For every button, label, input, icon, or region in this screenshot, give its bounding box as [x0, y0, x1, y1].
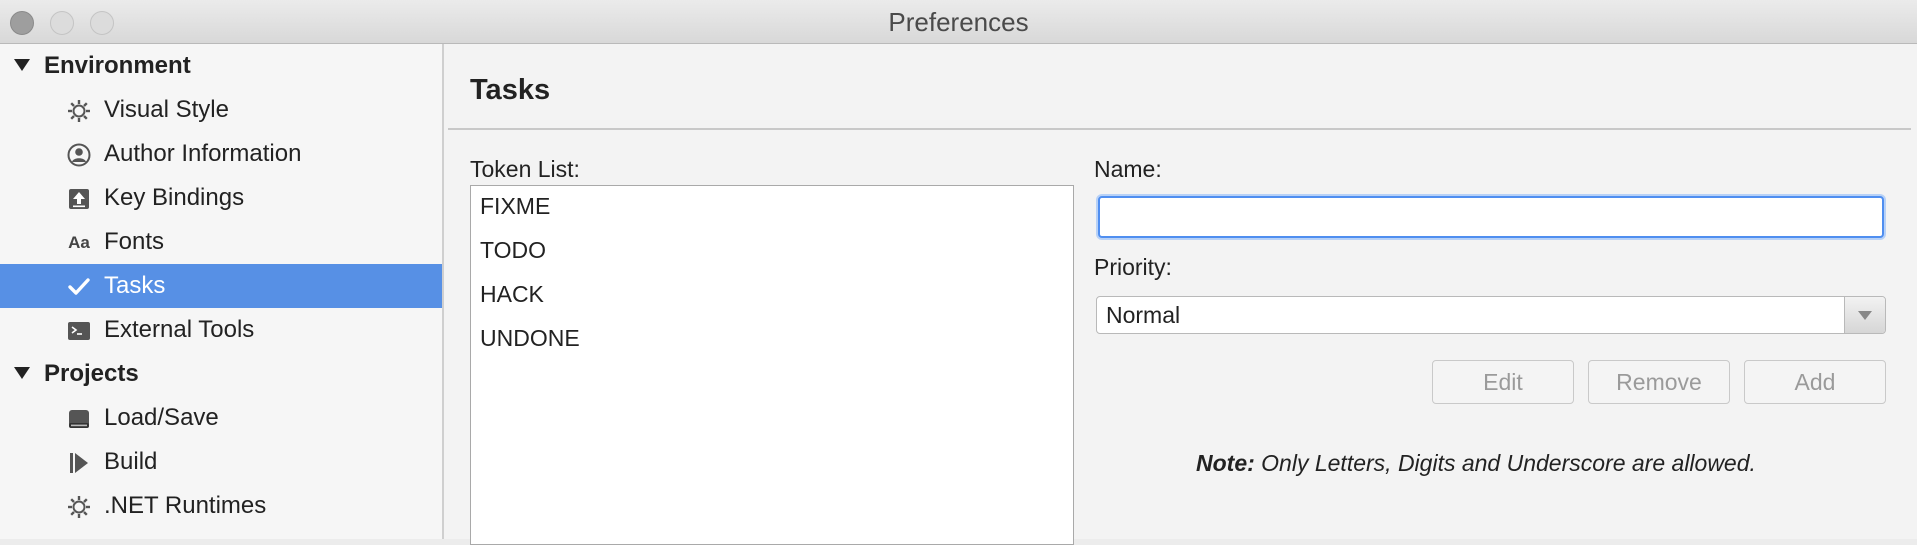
add-button[interactable]: Add [1744, 360, 1886, 404]
sidebar-item-build[interactable]: Build [0, 440, 442, 484]
list-item[interactable]: TODO [471, 230, 1073, 274]
sidebar-item-load-save[interactable]: Load/Save [0, 396, 442, 440]
terminal-icon [66, 318, 92, 344]
priority-label: Priority: [1094, 254, 1172, 280]
font-icon: Aa [68, 233, 90, 252]
validation-note: Note: Only Letters, Digits and Underscor… [1196, 450, 1756, 477]
page-title: Tasks [470, 74, 551, 106]
title-bar: Preferences [0, 0, 1917, 44]
tasks-panel: Tasks Token List: FIXME TODO HACK UNDONE… [444, 44, 1917, 545]
window-title: Preferences [888, 7, 1029, 37]
divider [448, 128, 1911, 130]
sidebar-item-external-tools[interactable]: External Tools [0, 308, 442, 352]
sidebar-item-visual-style[interactable]: Visual Style [0, 88, 442, 132]
disclosure-triangle-icon[interactable] [14, 59, 30, 71]
sidebar-item-label: .NET Runtimes [104, 492, 267, 519]
sidebar-item-label: Author Information [104, 140, 302, 167]
token-list[interactable]: FIXME TODO HACK UNDONE [470, 185, 1074, 545]
keyboard-upload-icon [66, 186, 92, 212]
checkmark-icon [66, 274, 92, 300]
sidebar-item-author-information[interactable]: Author Information [0, 132, 442, 176]
edit-button[interactable]: Edit [1432, 360, 1574, 404]
section-projects[interactable]: Projects [0, 352, 442, 396]
preferences-window: Preferences Environment Visual Style Aut… [0, 0, 1917, 545]
disclosure-triangle-icon[interactable] [14, 367, 30, 379]
sidebar-item-label: External Tools [104, 316, 255, 343]
gear-icon [66, 494, 92, 520]
section-label: Environment [44, 52, 191, 79]
user-icon [66, 142, 92, 168]
list-item[interactable]: FIXME [471, 186, 1073, 230]
name-label: Name: [1094, 156, 1162, 182]
sidebar-item-label: Fonts [104, 228, 165, 255]
priority-value: Normal [1106, 302, 1181, 328]
sidebar-item-tasks[interactable]: Tasks [0, 264, 442, 308]
dropdown-button[interactable] [1844, 297, 1885, 333]
sidebar-item-fonts[interactable]: Aa Fonts [0, 220, 442, 264]
list-item[interactable]: HACK [471, 274, 1073, 318]
chevron-down-icon [1858, 311, 1872, 320]
sidebar-item-label: Key Bindings [104, 184, 245, 211]
build-play-icon [66, 450, 92, 476]
gear-icon [66, 98, 92, 124]
priority-select[interactable]: Normal [1096, 296, 1886, 334]
drive-icon [66, 406, 92, 432]
sidebar-item-label: Build [104, 448, 158, 475]
list-item[interactable]: UNDONE [471, 318, 1073, 362]
section-label: Projects [44, 360, 139, 387]
sidebar-item-key-bindings[interactable]: Key Bindings [0, 176, 442, 220]
sidebar: Environment Visual Style Author Informat… [0, 44, 444, 539]
note-text: Only Letters, Digits and Underscore are … [1254, 450, 1756, 476]
sidebar-item-label: Tasks [104, 272, 166, 299]
name-field[interactable] [1098, 196, 1884, 238]
token-list-label: Token List: [470, 156, 580, 182]
note-label: Note: [1196, 450, 1255, 476]
section-environment[interactable]: Environment [0, 44, 442, 88]
sidebar-item-net-runtimes[interactable]: .NET Runtimes [0, 484, 442, 528]
sidebar-item-label: Load/Save [104, 404, 219, 431]
remove-button[interactable]: Remove [1588, 360, 1730, 404]
sidebar-item-label: Visual Style [104, 96, 229, 123]
